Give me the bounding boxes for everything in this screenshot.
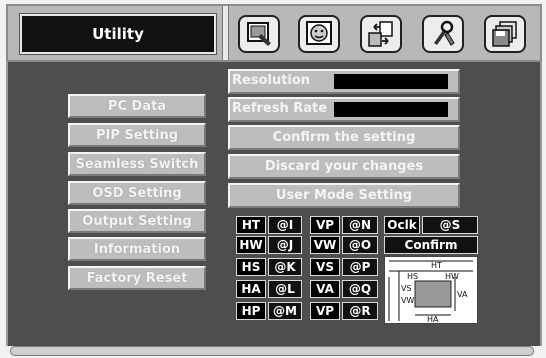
- timing-value-hp[interactable]: @M: [268, 302, 302, 320]
- diagram-label-va: VA: [457, 290, 468, 299]
- tools-button[interactable]: [422, 15, 464, 53]
- resolution-row: Resolution: [228, 69, 460, 94]
- timing-diagram: HT HS HW VS VW VA HA: [384, 256, 478, 324]
- menu-output-setting[interactable]: Output Setting: [68, 209, 206, 233]
- timing-confirm-button[interactable]: Confirm: [384, 236, 478, 254]
- bottom-scrollbar[interactable]: [10, 346, 534, 356]
- header-bar: Utility: [6, 4, 542, 62]
- timing-value-hs[interactable]: @K: [268, 258, 302, 276]
- diagram-label-ha: HA: [427, 315, 439, 323]
- refresh-rate-row: Refresh Rate: [228, 97, 460, 122]
- disk-icon: [492, 21, 517, 47]
- header-divider: [222, 6, 229, 60]
- menu-osd-setting[interactable]: OSD Setting: [68, 181, 206, 205]
- timing-key-vs: VS: [310, 258, 340, 276]
- timing-diagram-graphic: HT HS HW VS VW VA HA: [388, 260, 473, 324]
- timing-key-vp2: VP: [310, 302, 340, 320]
- timing-value-va[interactable]: @Q: [342, 280, 378, 298]
- menu-factory-reset[interactable]: Factory Reset: [68, 266, 206, 290]
- menu-pc-data[interactable]: PC Data: [68, 94, 206, 118]
- timing-value-ha[interactable]: @L: [268, 280, 302, 298]
- refresh-rate-field[interactable]: [334, 102, 448, 117]
- menu-information[interactable]: Information: [68, 237, 206, 261]
- menu-seamless-switch[interactable]: Seamless Switch: [68, 152, 206, 176]
- swap-button[interactable]: [360, 15, 402, 53]
- timing-value-hw[interactable]: @J: [268, 236, 302, 254]
- menu-pip-setting[interactable]: PIP Setting: [68, 123, 206, 147]
- disk-button[interactable]: [484, 15, 526, 53]
- user-mode-setting-button[interactable]: User Mode Setting: [228, 183, 460, 208]
- resolution-field[interactable]: [334, 74, 448, 89]
- tools-icon: [434, 20, 455, 46]
- timing-value-ht[interactable]: @I: [268, 216, 302, 234]
- discard-changes-button[interactable]: Discard your changes: [228, 154, 460, 179]
- oclk-value[interactable]: @S: [422, 216, 478, 234]
- timing-key-va: VA: [310, 280, 340, 298]
- resolution-label: Resolution: [232, 73, 311, 88]
- oclk-label: Oclk: [384, 216, 420, 234]
- face-icon: [306, 21, 332, 45]
- timing-key-ht: HT: [236, 216, 266, 234]
- display-settings-icon: [247, 22, 271, 46]
- diagram-label-vs: VS: [401, 284, 412, 293]
- face-button[interactable]: [298, 15, 340, 53]
- diagram-label-vw: VW: [401, 296, 414, 305]
- timing-value-vp2[interactable]: @R: [342, 302, 378, 320]
- timing-key-hp: HP: [236, 302, 266, 320]
- timing-key-vp: VP: [310, 216, 340, 234]
- window-title: Utility: [20, 14, 216, 54]
- utility-window: Utility PC Data PIP Setting Seamless Swi…: [0, 0, 546, 358]
- confirm-setting-button[interactable]: Confirm the setting: [228, 125, 460, 150]
- diagram-label-hw: HW: [445, 272, 459, 281]
- diagram-label-ht: HT: [431, 261, 442, 270]
- diagram-label-hs: HS: [407, 272, 418, 281]
- timing-key-hs: HS: [236, 258, 266, 276]
- timing-value-vw[interactable]: @O: [342, 236, 378, 254]
- timing-value-vs[interactable]: @P: [342, 258, 378, 276]
- timing-key-vw: VW: [310, 236, 340, 254]
- timing-key-ha: HA: [236, 280, 266, 298]
- timing-key-hw: HW: [236, 236, 266, 254]
- timing-value-vp[interactable]: @N: [342, 216, 378, 234]
- display-settings-button[interactable]: [238, 15, 280, 53]
- swap-icon: [368, 21, 393, 47]
- refresh-rate-label: Refresh Rate: [232, 101, 328, 116]
